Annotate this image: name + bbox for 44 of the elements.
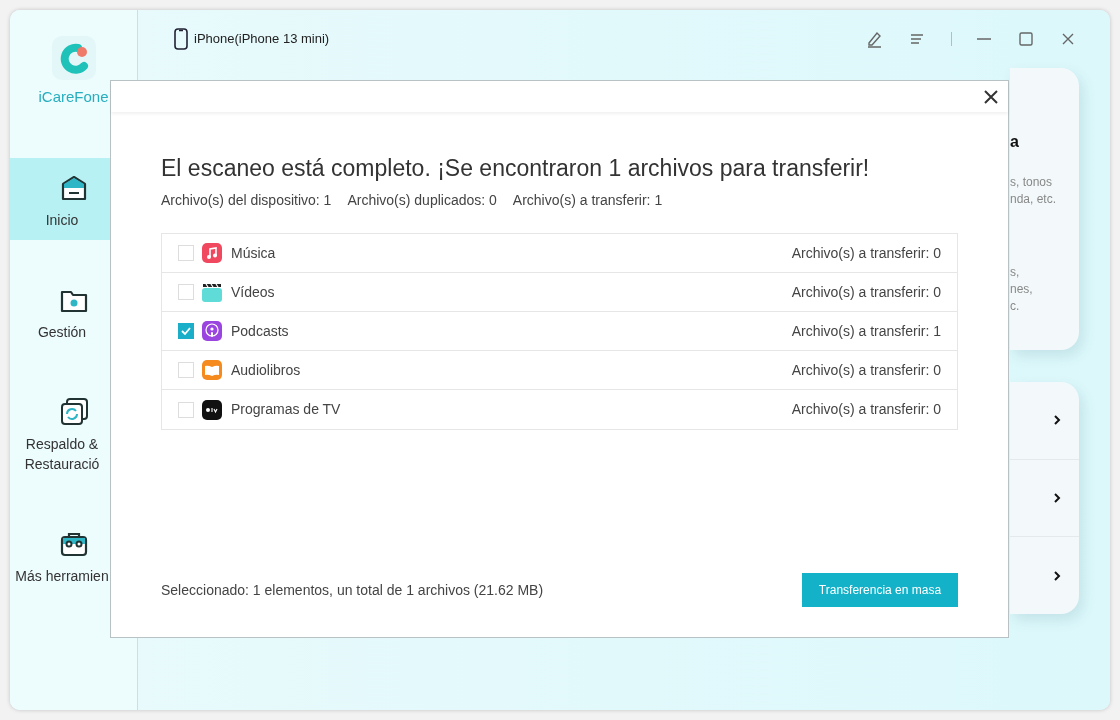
card-text: nes, <box>1010 281 1034 298</box>
card-text: nda, etc. <box>1010 191 1058 208</box>
list-row[interactable]: Audiolibros Archivo(s) a transferir: 0 <box>162 351 957 390</box>
podcast-icon <box>202 321 222 341</box>
file-count: Archivo(s) a transferir: 0 <box>791 400 941 419</box>
clapperboard-icon <box>202 282 222 302</box>
selection-summary: Seleccionado: 1 elementos, un total de 1 archivos (21.62 MB) <box>161 580 544 600</box>
stat-text: Archivo(s) del dispositivo: 1 <box>161 191 332 210</box>
phone-icon <box>174 28 188 50</box>
file-count: Archivo(s) a transferir: 0 <box>791 282 941 302</box>
item-label: Vídeos <box>231 282 275 302</box>
card-text: s, tonos <box>1010 174 1054 191</box>
chevron-icon[interactable] <box>1053 414 1061 427</box>
list-row[interactable]: Música Archivo(s) a transferir: 0 <box>162 234 957 273</box>
sidebar-item[interactable]: Gestión <box>10 270 137 352</box>
card-text: s, <box>1010 264 1021 281</box>
list-row[interactable]: Podcasts Archivo(s) a transferir: 1 <box>162 312 957 351</box>
item-label: Música <box>231 243 276 263</box>
file-count: Archivo(s) a transferir: 1 <box>791 321 941 341</box>
tv-icon <box>202 399 222 420</box>
file-count: Archivo(s) a transferir: 0 <box>791 243 941 263</box>
maximize-icon[interactable] <box>1016 29 1036 49</box>
chevron-icon[interactable] <box>1053 569 1061 582</box>
list-row[interactable]: Programas de TV Archivo(s) a transferir: 0 <box>162 390 957 429</box>
dialog-title: El escaneo está completo. ¡Se encontraron 1 archivos para transferir! <box>161 154 871 183</box>
chevron-icon[interactable] <box>1053 492 1061 504</box>
close-icon[interactable] <box>982 87 1000 106</box>
checkbox[interactable] <box>178 323 194 339</box>
app-logo <box>51 36 96 80</box>
item-label: Programas de TV <box>231 400 341 419</box>
music-note-icon <box>202 243 222 263</box>
card-text: c. <box>1010 298 1021 315</box>
stat-text: Archivo(s) a transferir: 1 <box>512 191 663 210</box>
item-label: Podcasts <box>231 321 289 341</box>
sidebar-item[interactable]: Más herramien <box>10 514 137 596</box>
app-name: iCareFone <box>38 87 109 107</box>
stat-text: Archivo(s) duplicados: 0 <box>347 191 497 210</box>
list-row[interactable]: Vídeos Archivo(s) a transferir: 0 <box>162 273 957 312</box>
file-count: Archivo(s) a transferir: 0 <box>791 360 941 380</box>
sidebar-item[interactable]: Respaldo & Restauració <box>10 382 137 484</box>
item-label: Audiolibros <box>231 360 301 380</box>
open-book-icon <box>202 360 222 380</box>
card-heading: a <box>1010 132 1020 152</box>
device-name: iPhone(iPhone 13 mini) <box>194 30 330 49</box>
